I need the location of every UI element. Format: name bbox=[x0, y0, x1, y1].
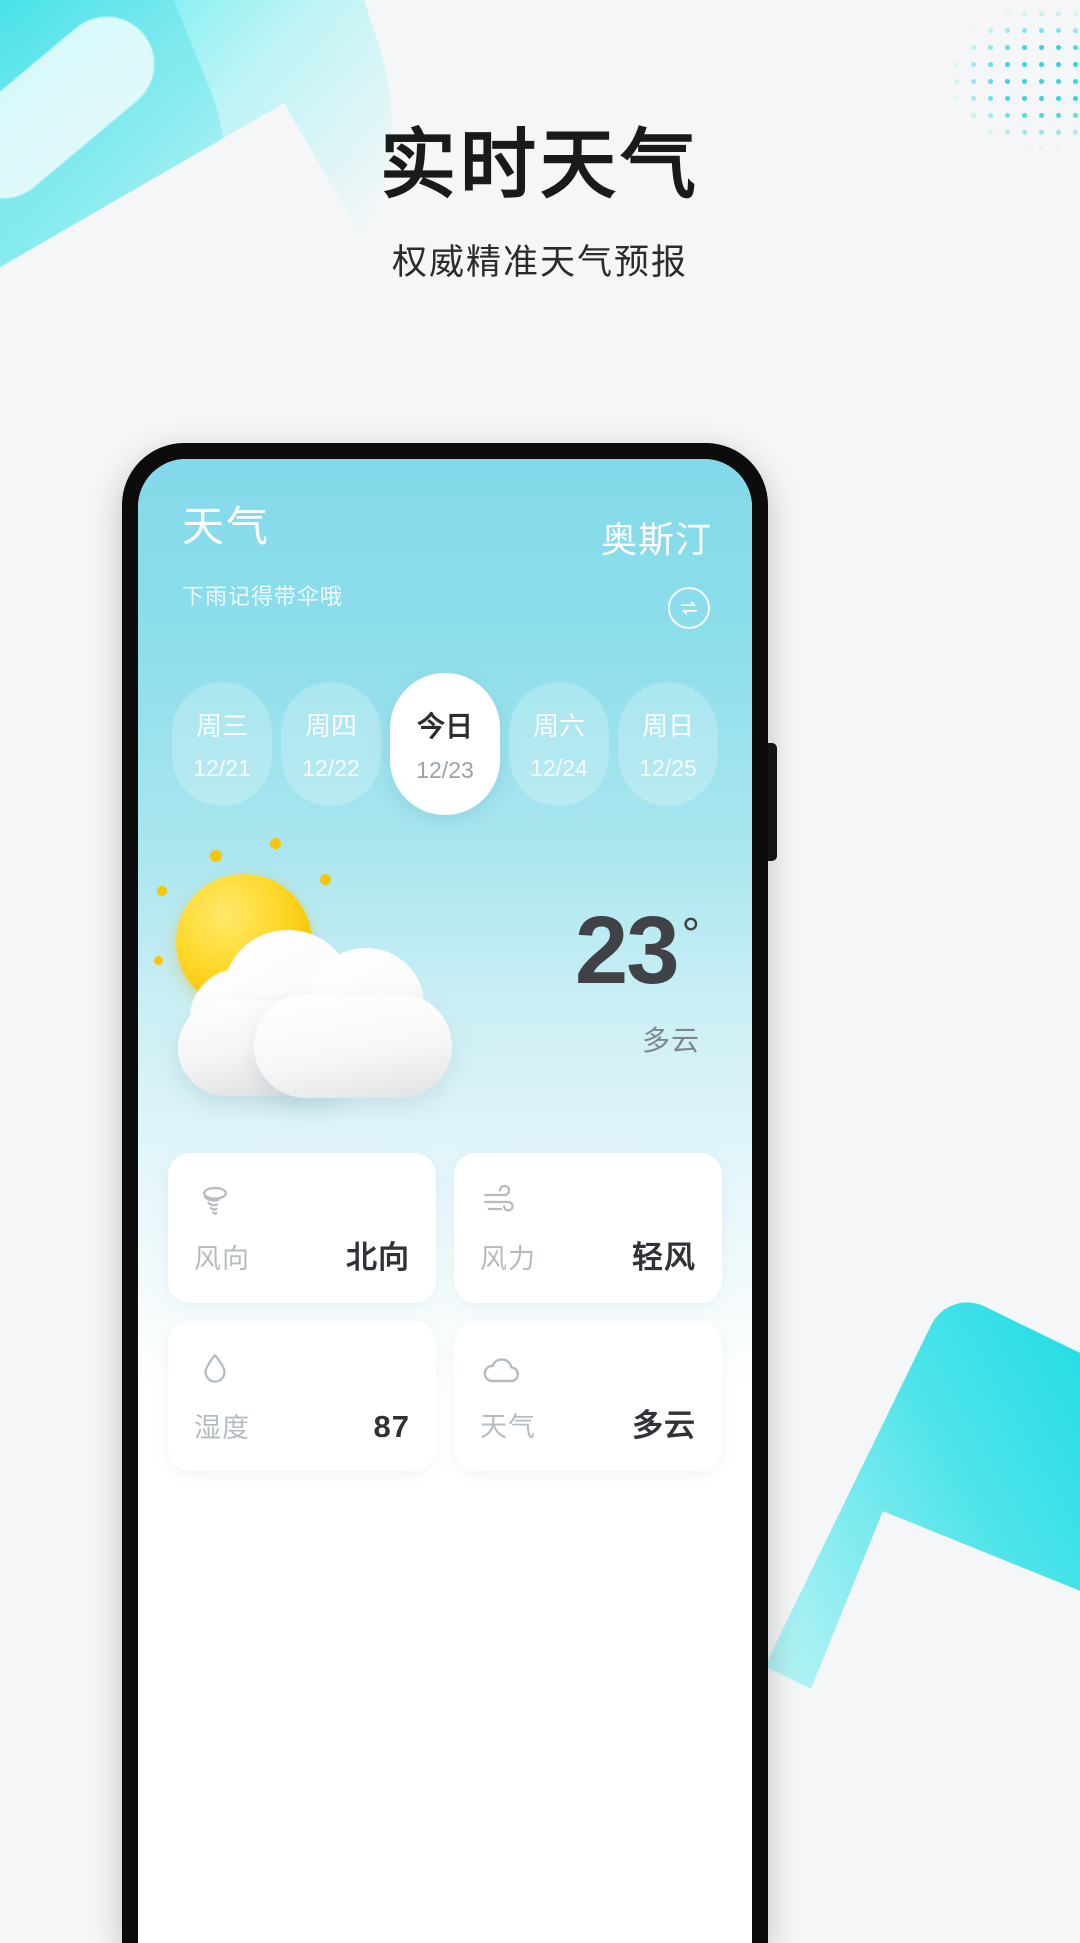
phone-side-button[interactable] bbox=[768, 743, 777, 861]
metric-value: 轻风 bbox=[632, 1240, 696, 1275]
metric-card-wind-direction[interactable]: 风向 北向 bbox=[168, 1153, 436, 1303]
sun-ray-dot bbox=[157, 886, 167, 896]
day-chip-date: 12/23 bbox=[416, 756, 474, 783]
day-chip-weekday: 周六 bbox=[532, 711, 585, 741]
cloud-base bbox=[254, 994, 452, 1098]
day-chip-weekday: 周三 bbox=[195, 711, 248, 741]
sun-behind-cloud-icon bbox=[148, 838, 478, 1112]
metric-card-grid: 风向 北向 风力 轻风 湿度 87 天气 多云 bbox=[168, 1153, 722, 1471]
swap-vertical-icon[interactable] bbox=[668, 587, 710, 629]
sun-ray-dot bbox=[210, 850, 222, 862]
promo-title: 实时天气 bbox=[380, 123, 700, 208]
humidity-icon bbox=[194, 1345, 410, 1395]
phone-screen: 天气 奥斯汀 下雨记得带伞哦 周三 12/21 周四 12/22 今日 12/2… bbox=[138, 459, 752, 1943]
cloud-shape bbox=[178, 922, 453, 1098]
tornado-icon bbox=[194, 1177, 410, 1227]
day-chip-date: 12/24 bbox=[530, 755, 588, 781]
metric-value: 多云 bbox=[632, 1408, 696, 1443]
metric-card-wind-force[interactable]: 风力 轻风 bbox=[454, 1153, 722, 1303]
sun-ray-dot bbox=[320, 874, 331, 885]
condition-label: 多云 bbox=[641, 1024, 700, 1056]
metric-label: 天气 bbox=[480, 1412, 536, 1442]
metric-value: 北向 bbox=[346, 1240, 410, 1275]
degree-symbol: ° bbox=[681, 908, 700, 961]
phone-mockup: 天气 奥斯汀 下雨记得带伞哦 周三 12/21 周四 12/22 今日 12/2… bbox=[122, 443, 777, 1943]
metric-value: 87 bbox=[373, 1409, 410, 1444]
unit-swap-button[interactable] bbox=[668, 587, 710, 629]
sun-ray-dot bbox=[270, 838, 281, 849]
day-chip-3[interactable]: 周六 12/24 bbox=[509, 682, 609, 806]
day-chip-4[interactable]: 周日 12/25 bbox=[618, 682, 718, 806]
promo-header: 实时天气 权威精准天气预报 bbox=[0, 128, 1080, 285]
current-weather: 23 ° 多云 bbox=[138, 837, 752, 1127]
day-chip-date: 12/21 bbox=[193, 755, 251, 781]
metric-label: 湿度 bbox=[194, 1413, 250, 1443]
wind-icon bbox=[480, 1177, 696, 1227]
day-chip-weekday: 周四 bbox=[304, 711, 357, 741]
day-chip-date: 12/25 bbox=[639, 755, 697, 781]
app-title: 天气 bbox=[182, 503, 271, 550]
weather-tip: 下雨记得带伞哦 bbox=[182, 584, 344, 609]
day-chip-1[interactable]: 周四 12/22 bbox=[281, 682, 381, 806]
day-chip-0[interactable]: 周三 12/21 bbox=[172, 682, 272, 806]
app-header: 天气 奥斯汀 下雨记得带伞哦 bbox=[182, 503, 712, 629]
metric-card-weather[interactable]: 天气 多云 bbox=[454, 1321, 722, 1471]
cloud-icon bbox=[480, 1345, 696, 1395]
promo-subtitle: 权威精准天气预报 bbox=[391, 243, 688, 282]
day-selector[interactable]: 周三 12/21 周四 12/22 今日 12/23 周六 12/24 周日 1… bbox=[172, 673, 718, 815]
location-name[interactable]: 奥斯汀 bbox=[601, 503, 712, 563]
day-chip-weekday: 周日 bbox=[641, 711, 694, 741]
deco-mask-bottom-right bbox=[717, 1511, 1080, 1920]
metric-label: 风力 bbox=[480, 1244, 536, 1274]
metric-card-humidity[interactable]: 湿度 87 bbox=[168, 1321, 436, 1471]
day-chip-2-selected[interactable]: 今日 12/23 bbox=[390, 673, 500, 815]
metric-label: 风向 bbox=[194, 1244, 250, 1274]
sun-ray-dot bbox=[154, 956, 163, 965]
temperature-value: 23 bbox=[574, 897, 680, 1005]
temperature-block: 23 ° 多云 bbox=[574, 897, 700, 1058]
day-chip-weekday: 今日 bbox=[416, 710, 473, 742]
day-chip-date: 12/22 bbox=[302, 755, 360, 781]
